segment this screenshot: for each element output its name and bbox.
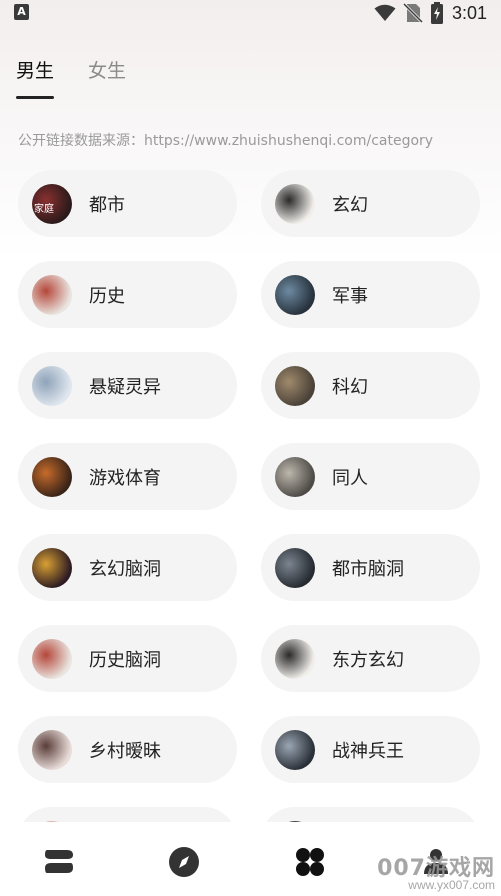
category-cover-image (275, 547, 315, 588)
category-card[interactable]: 历史 (18, 261, 237, 328)
category-label: 历史 (89, 285, 125, 307)
category-card[interactable]: 乡村暧昧 (18, 716, 237, 783)
category-cover-image (275, 638, 315, 679)
tab-male[interactable]: 男生 (16, 56, 55, 99)
category-label: 游戏体育 (89, 467, 161, 489)
category-cover-image (275, 365, 315, 406)
category-card[interactable]: 东方玄幻 (261, 625, 480, 692)
category-cover-image (32, 274, 72, 315)
category-card[interactable]: 历史脑洞 (18, 625, 237, 692)
bookshelf-icon (45, 850, 73, 873)
category-card[interactable]: 玄幻 (261, 170, 480, 237)
category-card[interactable]: 家庭 都市 (18, 170, 237, 237)
category-card[interactable]: 同人 (261, 443, 480, 510)
category-label: 悬疑灵异 (89, 376, 161, 398)
category-grid: 家庭 都市 玄幻历史 军事悬疑灵异 科幻游戏体育 同人玄幻脑洞 都市脑洞历史脑洞 东方玄幻乡村… (18, 170, 480, 822)
category-cover-image (275, 456, 315, 497)
category-label: 都市脑洞 (332, 558, 404, 580)
category-card[interactable]: 悬疑灵异 (18, 352, 237, 419)
nav-bookshelf[interactable] (41, 844, 77, 880)
category-card[interactable]: 军事 (261, 261, 480, 328)
category-cover-image (275, 820, 315, 822)
status-icons: 3:01 (374, 2, 487, 24)
category-cover-image (32, 365, 72, 406)
bottom-navigation (0, 826, 501, 896)
category-label: 军事 (332, 285, 368, 307)
tab-female-label: 女生 (88, 60, 127, 82)
category-cover-image (32, 820, 72, 822)
category-label: 玄幻 (332, 194, 368, 216)
category-label: 乡村暧昧 (89, 740, 161, 762)
cover-text: 家庭 (34, 203, 54, 215)
gender-tabs: 男生 女生 (16, 56, 160, 99)
nav-profile[interactable] (418, 844, 454, 880)
category-cover-image (275, 729, 315, 770)
category-label: 科幻 (332, 376, 368, 398)
category-card[interactable]: 玄幻脑洞 (18, 534, 237, 601)
tab-active-indicator (16, 96, 54, 99)
category-cover-image: 家庭 (32, 183, 72, 224)
category-label: 同人 (332, 467, 368, 489)
status-bar: A 3:01 (0, 0, 501, 26)
category-card[interactable]: 都市脑洞 (261, 534, 480, 601)
category-label: 玄幻脑洞 (89, 558, 161, 580)
category-label: 都市 (89, 194, 125, 216)
battery-charging-icon (430, 2, 443, 24)
compass-icon (169, 847, 199, 877)
category-cover-image (275, 274, 315, 315)
nav-category[interactable] (292, 844, 328, 880)
category-label: 历史脑洞 (89, 649, 161, 671)
category-cover-image (275, 183, 315, 224)
tab-male-label: 男生 (16, 60, 55, 82)
profile-icon (424, 849, 448, 874)
status-time: 3:01 (451, 2, 487, 23)
wifi-icon (374, 4, 396, 21)
category-label: 东方玄幻 (332, 649, 404, 671)
app-notification-icon: A (14, 4, 29, 20)
category-card[interactable]: 科幻 (261, 352, 480, 419)
category-cover-image (32, 456, 72, 497)
category-grid-icon (296, 848, 324, 876)
no-sim-icon (402, 3, 424, 23)
category-card[interactable] (261, 807, 480, 822)
data-source-note: 公开链接数据来源：https://www.zhuishushenqi.com/c… (18, 133, 434, 149)
category-label: 战神兵王 (332, 740, 404, 762)
category-cover-image (32, 638, 72, 679)
category-cover-image (32, 729, 72, 770)
category-cover-image (32, 547, 72, 588)
nav-discover[interactable] (166, 844, 202, 880)
category-card[interactable]: 战神兵王 (261, 716, 480, 783)
category-card[interactable]: 游戏体育 (18, 443, 237, 510)
tab-female[interactable]: 女生 (88, 56, 126, 83)
category-card[interactable] (18, 807, 237, 822)
